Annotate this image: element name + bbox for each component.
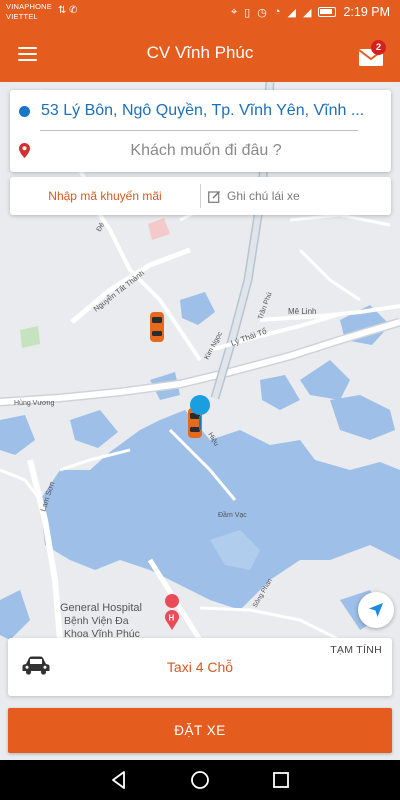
navigation-arrow-icon	[369, 603, 383, 617]
my-location-button[interactable]	[358, 592, 394, 628]
address-card: 53 Lý Bôn, Ngô Quyền, Tp. Vĩnh Yên, Vĩnh…	[10, 90, 391, 172]
recents-icon[interactable]	[270, 769, 292, 791]
app-bar: CV Vĩnh Phúc 2	[0, 26, 400, 82]
carrier-1: VINAPHONE	[6, 2, 52, 11]
mail-badge: 2	[371, 40, 386, 55]
origin-address[interactable]: 53 Lý Bôn, Ngô Quyền, Tp. Vĩnh Yên, Vĩnh…	[41, 102, 371, 120]
destination-input[interactable]	[41, 142, 371, 160]
map-label-dam-vac: Đầm Vạc	[218, 510, 247, 519]
destination-pin-icon	[19, 143, 30, 158]
promo-code-button[interactable]: Nhập mã khuyến mãi	[10, 177, 200, 215]
signal-2-icon: ◢	[302, 6, 312, 19]
home-icon[interactable]	[189, 769, 211, 791]
status-right: ⌖ ▯ ◷ ◔ ◢ ◢ 2:19 PM	[231, 5, 390, 19]
carrier-2: VIETTEL	[6, 12, 38, 21]
book-ride-button[interactable]: ĐẶT XE	[8, 708, 392, 753]
wifi-icon: ◔	[273, 6, 281, 18]
origin-dot-icon	[19, 106, 30, 117]
map-label-hung-vuong: Hùng Vương	[14, 400, 55, 407]
taxi-car-icon	[150, 312, 164, 342]
vehicle-name: Taxi 4 Chỗ	[166, 659, 234, 675]
options-card: Nhập mã khuyến mãi Ghi chú lái xe	[10, 177, 391, 215]
signal-icon: ◢	[287, 6, 296, 19]
map-label-hospital-2: Bệnh Viện Đa	[64, 615, 129, 627]
battery-icon	[318, 7, 337, 17]
map-label-me-linh: Mê Linh	[288, 307, 316, 316]
divider	[40, 130, 358, 131]
location-icon: ⌖	[230, 5, 238, 18]
vibrate-icon: ▯	[244, 6, 251, 19]
edit-note-icon	[208, 190, 220, 203]
viber-icon: ✆	[69, 5, 78, 16]
driver-note-button[interactable]: Ghi chú lái xe	[208, 177, 300, 215]
usb-icon: ⇅	[58, 5, 67, 16]
driver-note-label: Ghi chú lái xe	[227, 189, 300, 203]
svg-text:H: H	[169, 614, 175, 623]
carrier-info: VINAPHONE VIETTEL	[6, 2, 52, 22]
estimated-price-label: TẠM TÍNH	[330, 644, 382, 656]
system-nav-bar	[0, 760, 400, 800]
mail-button[interactable]: 2	[356, 40, 386, 68]
back-icon[interactable]	[108, 769, 130, 791]
page-title: CV Vĩnh Phúc	[146, 43, 254, 62]
clock-icon: ◷	[257, 6, 267, 19]
map-label-hospital-1: General Hospital	[60, 602, 142, 614]
status-bar: VINAPHONE VIETTEL ⇅ ✆ ⌖ ▯ ◷ ◔ ◢ ◢ 2:19 P…	[0, 0, 400, 26]
notification-icons: ⇅ ✆	[58, 5, 78, 16]
options-divider	[200, 184, 201, 208]
status-time: 2:19 PM	[343, 5, 390, 19]
vehicle-selector[interactable]: Taxi 4 Chỗ TẠM TÍNH	[8, 638, 392, 696]
